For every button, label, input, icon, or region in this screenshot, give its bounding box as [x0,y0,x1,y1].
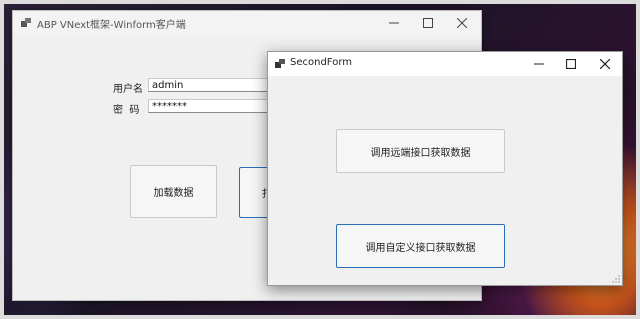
main-titlebar[interactable]: ABP VNext框架-Winform客户端 [13,11,481,35]
second-minimize-button[interactable] [522,52,556,76]
call-remote-api-button[interactable]: 调用远端接口获取数据 [336,129,505,173]
app-icon [21,18,31,28]
main-window-title: ABP VNext框架-Winform客户端 [37,20,186,31]
second-titlebar[interactable]: SecondForm [268,52,622,76]
call-custom-api-button[interactable]: 调用自定义接口获取数据 [336,224,505,268]
maximize-button[interactable] [411,11,445,35]
minimize-button[interactable] [377,11,411,35]
password-label: 密 码 [113,105,140,116]
close-icon [600,59,610,69]
second-maximize-button[interactable] [554,52,588,76]
minimize-icon [534,63,544,65]
maximize-icon [423,18,433,28]
resize-grip-icon[interactable] [612,275,620,283]
second-app-icon [275,59,285,69]
load-data-button[interactable]: 加载数据 [130,165,217,218]
maximize-icon [566,59,576,69]
close-icon [457,18,467,28]
minimize-icon [389,22,399,24]
second-window: SecondForm 调用远端接口获取数据 调用自定义接口获取数据 [267,51,623,286]
second-window-title: SecondForm [290,57,352,68]
second-close-button[interactable] [588,52,622,76]
close-button[interactable] [445,11,479,35]
username-label: 用户名 [113,84,143,95]
